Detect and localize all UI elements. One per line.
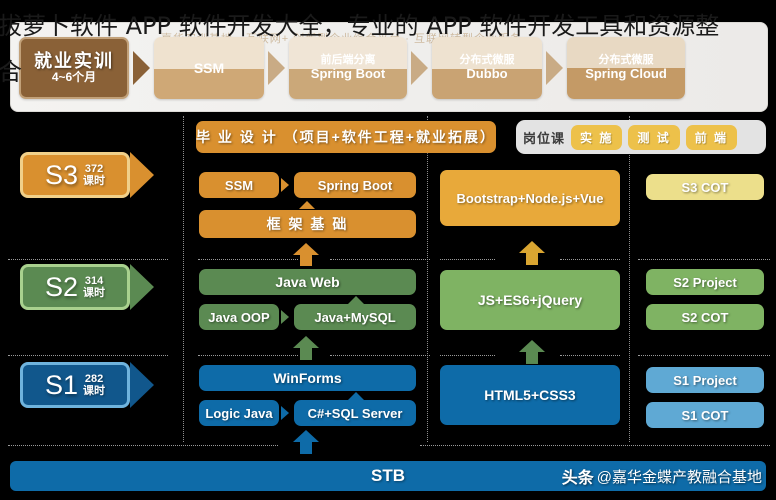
stage-divider-s2s1-e — [560, 355, 620, 356]
column-divider-far-right — [629, 116, 630, 442]
stage-badge-s1-hours-unit: 课时 — [83, 385, 106, 397]
stage-badge-s1-hours: 282 课时 — [83, 373, 105, 397]
job-pill-frontend[interactable]: 前 端 — [685, 124, 738, 150]
module-java-mysql[interactable]: Java+MySQL — [294, 304, 416, 330]
stage-badge-s2-hours: 314 课时 — [83, 275, 105, 299]
job-pill-testing[interactable]: 测 试 — [628, 124, 680, 150]
banner-chip-3[interactable]: 分布式微服 Dubbo — [432, 37, 542, 99]
stb-label: STB — [371, 466, 405, 485]
column-divider-left — [183, 116, 184, 442]
capstone-project-box[interactable]: 毕 业 设 计 （项目+软件工程+就业拓展） — [196, 121, 496, 153]
module-java-oop[interactable]: Java OOP — [199, 304, 279, 330]
banner-chip-0-line1: 就业实训 — [34, 50, 114, 71]
column-divider-right — [427, 116, 428, 442]
job-course-panel: 岗位课 实 施 测 试 前 端 — [516, 120, 766, 154]
stage-divider-s2s1-f — [638, 355, 770, 356]
module-js-es6-jquery[interactable]: JS+ES6+jQuery — [440, 270, 620, 330]
stage-divider-s3s2-d — [440, 259, 495, 260]
stage-divider-s2s1-d — [440, 355, 495, 356]
stage-badge-s2-code: S2 — [44, 271, 79, 302]
banner-chip-0[interactable]: 就业实训 4~6个月 — [19, 37, 129, 99]
stage-divider-s3s2-f — [638, 259, 770, 260]
banner-arrow-0-icon — [133, 51, 150, 85]
arrow-logicjava-to-csharp-icon — [281, 406, 289, 420]
stage-divider-bottom-a — [8, 445, 278, 446]
stage-badge-s3-hours-number: 372 — [84, 162, 104, 175]
module-html5-css3[interactable]: HTML5+CSS3 — [440, 365, 620, 425]
module-logic-java[interactable]: Logic Java — [199, 400, 279, 426]
stage-badge-s2-hours-number: 314 — [84, 274, 104, 287]
banner-chip-2-line2: Spring Boot — [310, 65, 386, 81]
banner-arrow-2-icon — [411, 51, 428, 85]
arrow-ssm-to-springboot-icon — [281, 178, 289, 192]
module-spring-boot[interactable]: Spring Boot — [294, 172, 416, 198]
badge-s1-cot[interactable]: S1 COT — [646, 402, 764, 428]
badge-s2-project[interactable]: S2 Project — [646, 269, 764, 295]
stage-divider-s3s2-a — [8, 259, 168, 260]
badge-s1-project[interactable]: S1 Project — [646, 367, 764, 393]
stage-divider-s2s1-c — [330, 355, 430, 356]
module-java-web[interactable]: Java Web — [199, 269, 416, 295]
stage-badge-s3-hours-unit: 课时 — [83, 175, 106, 187]
stage-badge-s2-arrow-icon — [130, 264, 154, 310]
stage-divider-s2s1-a — [8, 355, 168, 356]
stage-badge-s1[interactable]: S1 282 课时 — [20, 362, 130, 408]
arrow-javaoop-to-javamysql-icon — [281, 310, 289, 324]
watermark-brand: 头条 — [561, 470, 594, 487]
banner-chip-0-line2: 4~6个月 — [51, 70, 97, 85]
job-course-label: 岗位课 — [523, 130, 566, 146]
module-ssm[interactable]: SSM — [199, 172, 279, 198]
career-path-banner: 嘉华实训基地 · 互联网+ 创新型企业综合平台 · 互联网转型企业服务 就业实训… — [10, 22, 768, 112]
banner-chip-4[interactable]: 分布式微服 Spring Cloud — [567, 37, 685, 99]
stage-divider-s3s2-b — [198, 259, 298, 260]
arrow-up-javamysql-to-javaweb-icon — [348, 296, 364, 304]
badge-s3-cot[interactable]: S3 COT — [646, 174, 764, 200]
banner-chip-2-line1: 前后端分离 — [320, 54, 376, 67]
stage-badge-s3-hours: 372 课时 — [83, 163, 105, 187]
curriculum-diagram: S3 372 课时 S2 314 课时 S1 282 课时 毕 业 设 计 （项… — [0, 112, 776, 454]
banner-chip-1-line2: SSM — [193, 59, 225, 76]
stage-divider-s3s2-e — [560, 259, 620, 260]
stage-badge-s1-hours-number: 282 — [84, 372, 104, 385]
stage-badge-s3-arrow-icon — [130, 152, 154, 198]
banner-chip-1[interactable]: SSM — [154, 37, 264, 99]
module-winforms[interactable]: WinForms — [199, 365, 416, 391]
stage-badge-s2-hours-unit: 课时 — [83, 287, 106, 299]
banner-arrow-1-icon — [268, 51, 285, 85]
stage-divider-s3s2-c — [330, 259, 430, 260]
banner-chip-2[interactable]: 前后端分离 Spring Boot — [289, 37, 407, 99]
arrow-up-framework-to-ssm-icon — [299, 201, 315, 209]
banner-chip-4-line1: 分布式微服 — [598, 54, 654, 67]
stage-badge-s1-code: S1 — [44, 369, 79, 400]
banner-chip-4-line2: Spring Cloud — [585, 65, 667, 81]
stage-badge-s2[interactable]: S2 314 课时 — [20, 264, 130, 310]
stage-divider-s2s1-b — [198, 355, 298, 356]
stage-badge-s1-arrow-icon — [130, 362, 154, 408]
banner-chip-3-line1: 分布式微服 — [459, 54, 515, 67]
stage-badge-s3-code: S3 — [44, 159, 79, 190]
module-bootstrap-node-vue[interactable]: Bootstrap+Node.js+Vue — [440, 170, 620, 226]
banner-arrow-3-icon — [546, 51, 563, 85]
module-csharp-sqlserver[interactable]: C#+SQL Server — [294, 400, 416, 426]
job-pill-implementation[interactable]: 实 施 — [571, 124, 623, 150]
screenshot-root: 嘉华实训基地 · 互联网+ 创新型企业综合平台 · 互联网转型企业服务 就业实训… — [0, 0, 776, 500]
footer-watermark: 头条 @嘉华金蝶产教融合基地 — [562, 464, 762, 488]
module-framework-basics[interactable]: 框 架 基 础 — [199, 210, 416, 238]
stage-divider-bottom-b — [420, 445, 770, 446]
badge-s2-cot[interactable]: S2 COT — [646, 304, 764, 330]
watermark-account: @嘉华金蝶产教融合基地 — [596, 468, 762, 486]
stage-badge-s3[interactable]: S3 372 课时 — [20, 152, 130, 198]
banner-chip-3-line2: Dubbo — [466, 65, 508, 81]
arrow-up-csharp-to-winforms-icon — [348, 392, 364, 400]
banner-chip-row: 就业实训 4~6个月 SSM 前后端分离 Spring Boot 分布式微服 D… — [19, 37, 685, 99]
